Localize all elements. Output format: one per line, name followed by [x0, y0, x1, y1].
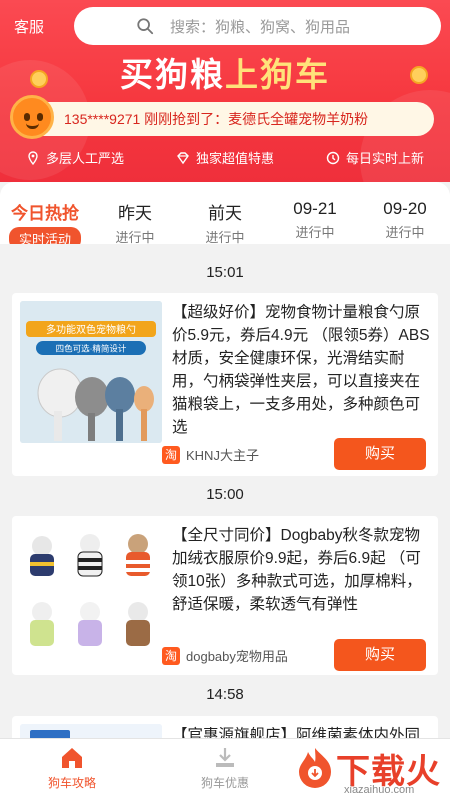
buy-button[interactable]: 购买 — [334, 438, 426, 470]
date-tabs: 今日热抢 实时活动 昨天 进行中 前天 进行中 09-21 进行中 09-20 … — [0, 182, 450, 250]
shop-info[interactable]: 淘 KHNJ大主子 — [162, 445, 259, 464]
clock-icon — [326, 151, 340, 164]
taobao-icon: 淘 — [162, 445, 180, 464]
tab-today[interactable]: 今日热抢 实时活动 — [0, 182, 90, 250]
thumb-subtitle: 四色可选·精简设计 — [56, 344, 127, 354]
time-label: 15:00 — [206, 486, 244, 503]
feature-strip: 多层人工严选 独家超值特惠 每日实时上新 — [0, 148, 450, 167]
flame-icon — [299, 748, 331, 788]
tab-day-before-yesterday[interactable]: 前天 进行中 — [180, 182, 270, 245]
mascot-avatar — [10, 95, 54, 139]
home-icon — [62, 748, 82, 768]
thumb-title: 多功能双色宠物粮勺 — [46, 323, 136, 336]
time-label: 14:58 — [206, 686, 244, 703]
diamond-icon — [177, 151, 189, 164]
header-banner: 客服 搜索：狗粮、狗窝、狗用品 买狗粮上狗车 135****9271 刚刚抢到了… — [0, 0, 450, 182]
shop-name: dogbaby宠物用品 — [186, 649, 288, 664]
live-purchase-ticker: 135****9271 刚刚抢到了：麦德氏全罐宠物羊奶粉 — [18, 102, 434, 136]
shop-name: KHNJ大主子 — [186, 448, 259, 463]
buy-button[interactable]: 购买 — [334, 639, 426, 671]
location-pin-icon — [28, 150, 38, 165]
watermark-logo: 下载火 xiazaihuo.com — [294, 740, 444, 798]
banner-title: 买狗粮上狗车 — [120, 56, 330, 93]
search-icon — [137, 18, 154, 35]
product-card[interactable]: 多功能双色宠物粮勺 四色可选·精简设计 【超级好价】宠物食物计量粮食勺原价5.9… — [12, 293, 438, 476]
feature-daily-new: 每日实时上新 — [326, 148, 424, 167]
download-icon — [216, 748, 234, 767]
search-placeholder: 搜索：狗粮、狗窝、狗用品 — [170, 18, 351, 36]
feature-exclusive-deals: 独家超值特惠 — [176, 148, 274, 167]
product-description: 【全尺寸同价】Dogbaby秋冬款宠物加绒衣服原价9.9起，券后6.9起 （可领… — [172, 527, 422, 613]
product-image-scoop: 多功能双色宠物粮勺 四色可选·精简设计 — [20, 301, 162, 443]
product-card[interactable]: 【全尺寸同价】Dogbaby秋冬款宠物加绒衣服原价9.9起，券后6.9起 （可领… — [12, 516, 438, 675]
nav-guide[interactable]: 狗车攻略 — [22, 745, 122, 791]
shop-info[interactable]: 淘 dogbaby宠物用品 — [162, 646, 288, 665]
product-description: 【超级好价】宠物食物计量粮食勺原价5.9元，券后4.9元 （限领5券）ABS材质… — [172, 304, 430, 436]
search-input[interactable]: 搜索：狗粮、狗窝、狗用品 — [74, 7, 441, 45]
taobao-icon: 淘 — [162, 646, 180, 665]
feature-manual-selection: 多层人工严选 — [26, 148, 124, 167]
tab-09-21[interactable]: 09-21 进行中 — [270, 182, 360, 244]
product-image-dog-clothes — [20, 524, 162, 666]
time-label: 15:01 — [206, 264, 244, 281]
tab-09-20[interactable]: 09-20 进行中 — [360, 182, 450, 244]
tab-yesterday[interactable]: 昨天 进行中 — [90, 182, 180, 245]
nav-deals[interactable]: 狗车优惠 — [175, 745, 275, 791]
customer-service-button[interactable]: 客服 — [14, 16, 44, 37]
